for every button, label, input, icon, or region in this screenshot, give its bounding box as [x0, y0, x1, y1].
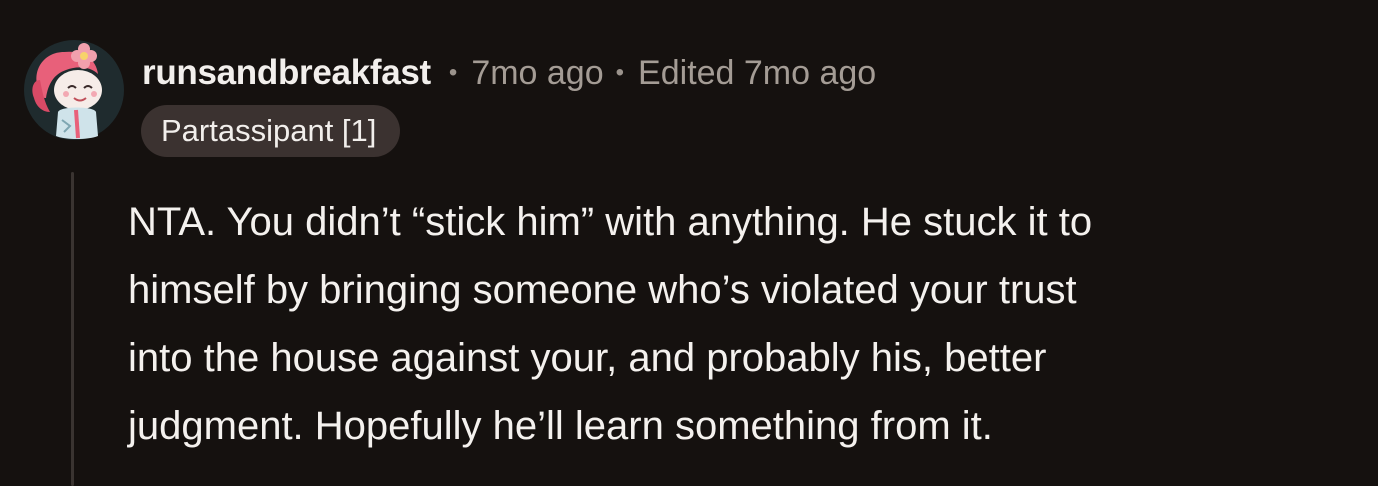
edited-time: Edited 7mo ago — [638, 53, 877, 92]
comment-meta: runsandbreakfast • 7mo ago • Edited 7mo … — [142, 50, 876, 96]
comment-body-line: judgment. Hopefully he’ll learn somethin… — [128, 404, 993, 448]
thread-collapse-line[interactable] — [71, 172, 74, 486]
comment-body-line: NTA. You didn’t “stick him” with anythin… — [128, 200, 1093, 244]
user-flair: Partassipant [1] — [141, 105, 401, 157]
comment-body-line: himself by bringing someone who’s violat… — [128, 268, 1077, 312]
meta-separator: • — [615, 59, 625, 86]
user-avatar[interactable] — [24, 40, 124, 140]
comment-body-line: into the house against your, and probabl… — [128, 336, 1047, 380]
comment-body: NTA. You didn’t “stick him” with anythin… — [128, 188, 1358, 460]
posted-time[interactable]: 7mo ago — [471, 54, 603, 93]
username-link[interactable]: runsandbreakfast — [142, 53, 431, 93]
meta-separator: • — [448, 59, 458, 86]
comment: runsandbreakfast • 7mo ago • Edited 7mo … — [0, 0, 1378, 486]
